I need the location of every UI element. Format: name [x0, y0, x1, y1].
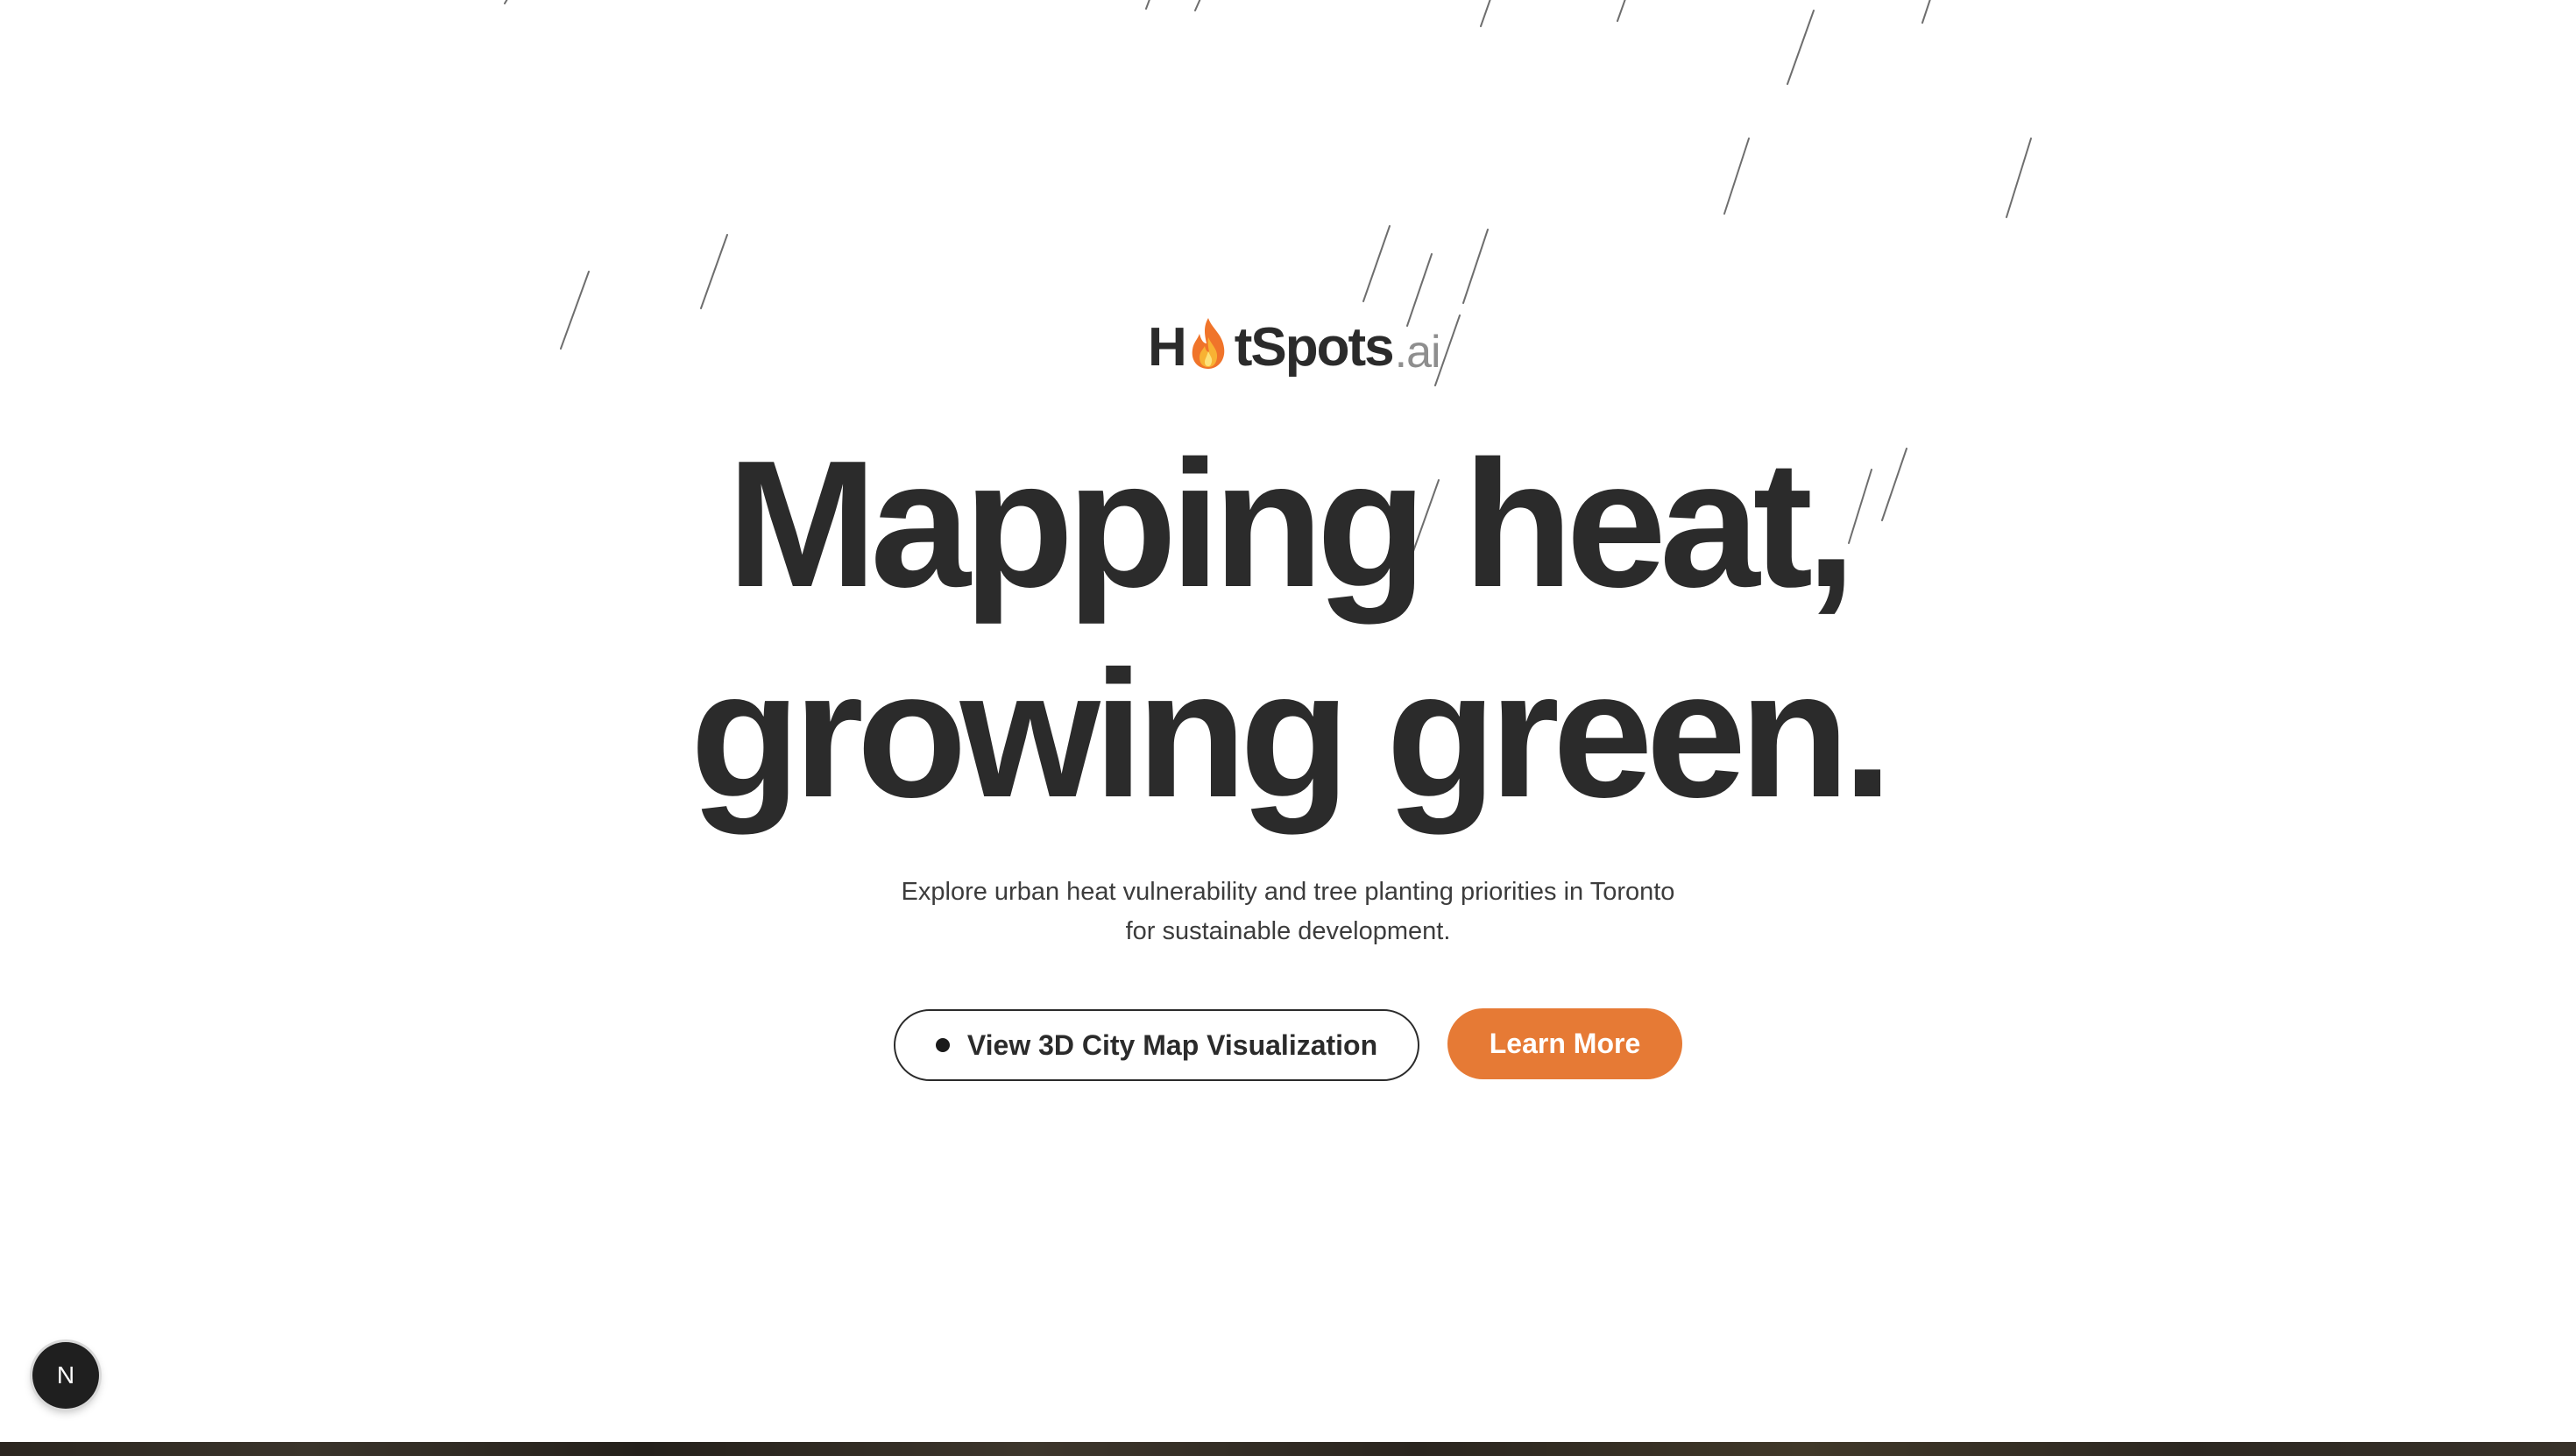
svg-text:N: N — [57, 1361, 74, 1389]
logo-suffix: .ai — [1394, 327, 1441, 378]
view-3d-map-button-label: View 3D City Map Visualization — [966, 1028, 1378, 1061]
landing-page: H tSpots .ai Mapping heat, growing green… — [0, 0, 2576, 1456]
logo-wordmark: tSpots — [1234, 316, 1395, 378]
learn-more-button[interactable]: Learn More — [1447, 1008, 1682, 1079]
brand-logo[interactable]: H tSpots .ai — [1148, 312, 1441, 382]
bullet-dot-icon — [935, 1038, 950, 1052]
hero-subtitle: Explore urban heat vulnerability and tre… — [0, 873, 2576, 951]
nextjs-dev-tools-button[interactable]: N — [32, 1342, 99, 1409]
logo-letter-h: H — [1148, 316, 1187, 378]
headline-line-2: growing green. — [690, 633, 1893, 835]
headline-line-1: Mapping heat, — [726, 423, 1857, 625]
nextjs-n-icon: N — [57, 1361, 74, 1389]
flame-icon — [1192, 318, 1225, 369]
subtitle-line-1: Explore urban heat vulnerability and tre… — [901, 878, 1675, 906]
subtitle-line-2: for sustainable development. — [1125, 917, 1451, 945]
hero-headline: Mapping heat, growing green. — [0, 419, 2576, 839]
hero-section: H tSpots .ai Mapping heat, growing green… — [0, 0, 2576, 1456]
next-section-image-edge — [0, 1442, 2576, 1456]
learn-more-button-label: Learn More — [1489, 1028, 1641, 1059]
view-3d-map-button[interactable]: View 3D City Map Visualization — [894, 1009, 1419, 1081]
